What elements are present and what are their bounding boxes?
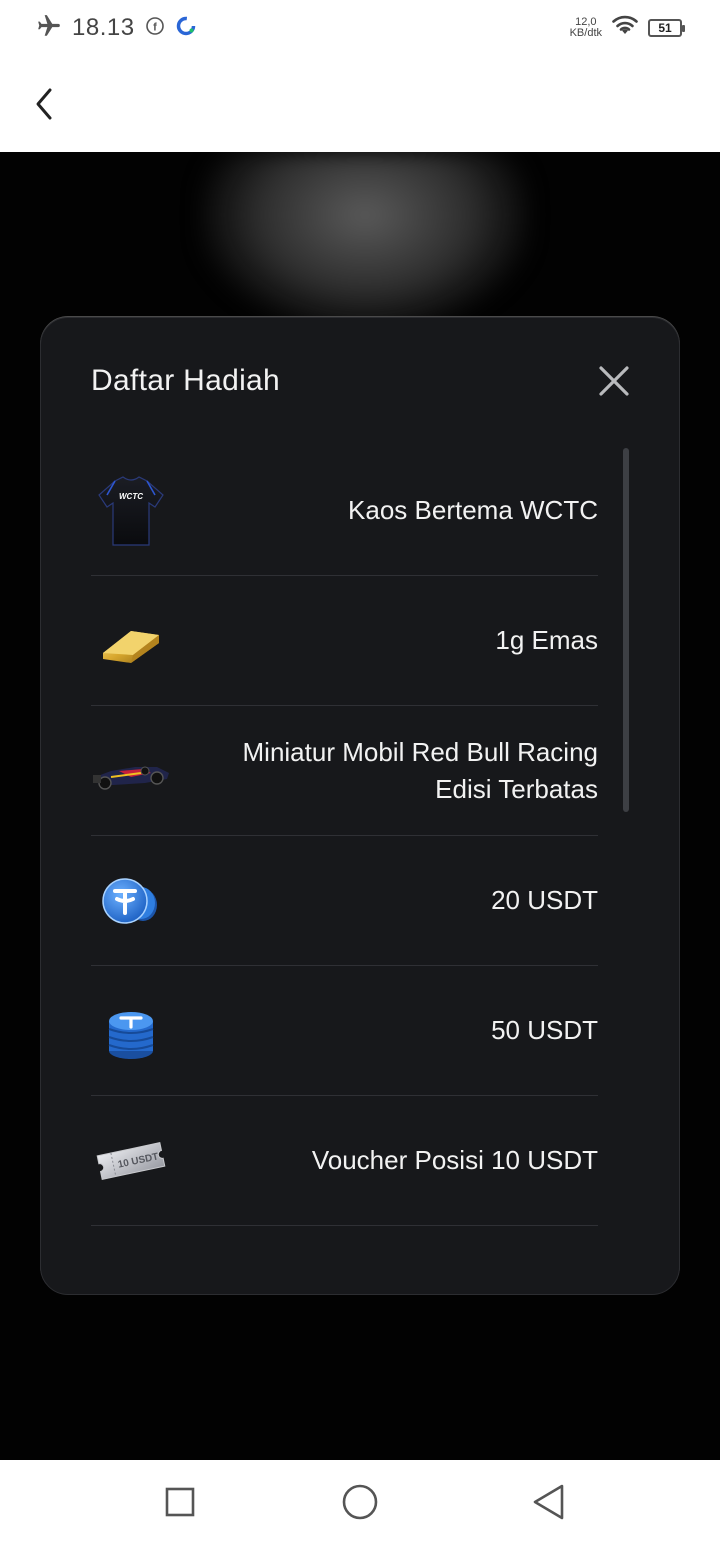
chevron-left-icon — [36, 88, 52, 120]
status-bar: 18.13 f 12,0 KB/dtk 51 — [0, 0, 720, 56]
prize-item: 50 USDT — [91, 966, 598, 1096]
back-button[interactable] — [24, 78, 64, 130]
network-speed: 12,0 KB/dtk — [570, 17, 602, 39]
close-icon — [599, 366, 629, 396]
home-circle-icon — [342, 1484, 378, 1520]
usdt-coins-icon — [91, 861, 171, 941]
system-back-button[interactable] — [526, 1480, 570, 1524]
prize-item: Miniatur Mobil Red Bull Racing Edisi Ter… — [91, 706, 598, 836]
recents-square-icon — [165, 1487, 195, 1517]
gold-bar-icon — [91, 601, 171, 681]
recents-button[interactable] — [158, 1480, 202, 1524]
prize-label-line: Miniatur Mobil Red Bull Racing — [242, 736, 598, 767]
svg-text:f: f — [153, 21, 157, 33]
app-header — [0, 56, 720, 152]
backdrop-glow — [200, 152, 530, 332]
prize-label: 1g Emas — [495, 625, 598, 655]
prize-item: WCTC Kaos Bertema WCTC — [91, 446, 598, 576]
usdt-stack-icon — [91, 991, 171, 1071]
modal-title: Daftar Hadiah — [91, 364, 280, 397]
clock-time: 18.13 — [72, 14, 135, 41]
app-c-icon — [175, 15, 197, 42]
prize-list-modal: Daftar Hadiah WCTC Kaos Bertema WCTC 1g … — [40, 317, 680, 1295]
status-right: 12,0 KB/dtk 51 — [570, 12, 685, 44]
prize-item: 1g Emas — [91, 576, 598, 706]
tshirt-print: WCTC — [119, 492, 143, 501]
prize-item: 10 USDT Voucher Posisi 10 USDT — [91, 1096, 598, 1226]
prize-label: 50 USDT — [491, 1015, 598, 1045]
prize-label: 20 USDT — [491, 885, 598, 915]
wifi-icon — [612, 15, 638, 42]
home-button[interactable] — [338, 1480, 382, 1524]
race-car-icon — [91, 731, 171, 811]
facebook-icon: f — [145, 16, 165, 41]
prize-label: Kaos Bertema WCTC — [348, 495, 598, 525]
status-left: 18.13 f — [36, 12, 197, 44]
tshirt-icon: WCTC — [91, 471, 171, 551]
battery-level: 51 — [658, 21, 672, 35]
voucher-ticket-icon: 10 USDT — [91, 1121, 171, 1201]
prize-label-line: Edisi Terbatas — [435, 773, 598, 804]
prize-label: Voucher Posisi 10 USDT — [311, 1145, 598, 1175]
prize-item: 20 USDT — [91, 836, 598, 966]
system-nav-bar — [0, 1460, 720, 1544]
back-triangle-icon — [533, 1484, 564, 1520]
net-speed-unit: KB/dtk — [569, 27, 602, 39]
close-button[interactable] — [597, 364, 631, 398]
battery-icon: 51 — [648, 19, 685, 37]
airplane-icon — [36, 13, 62, 44]
prize-list: WCTC Kaos Bertema WCTC 1g Emas Miniatur … — [91, 446, 598, 1226]
prize-label: Miniatur Mobil Red Bull Racing Edisi Ter… — [243, 734, 598, 808]
scrollbar[interactable] — [623, 448, 629, 812]
